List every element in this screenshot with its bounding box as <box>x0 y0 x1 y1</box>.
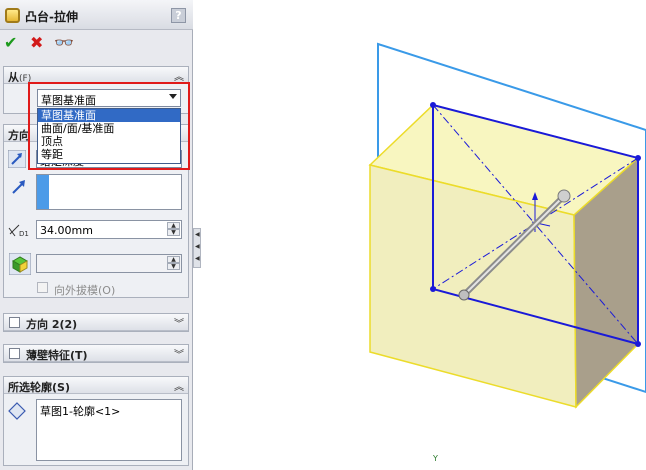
thin-feature-group-header[interactable]: 薄壁特征(T) ︾ <box>4 345 188 362</box>
selected-contours-label: 所选轮廓(S) <box>8 381 70 394</box>
depth-value: 34.00mm <box>40 224 93 237</box>
panel-title: 凸台-拉伸 <box>25 10 78 24</box>
graphics-viewport[interactable]: Y <box>202 0 646 470</box>
expand-chevron-icon[interactable]: ︾ <box>174 346 184 361</box>
thin-feature-group: 薄壁特征(T) ︾ <box>3 344 189 363</box>
direction2-group-header[interactable]: 方向 2(2) ︾ <box>4 314 188 331</box>
handle-tip-icon[interactable] <box>557 189 571 203</box>
thin-feature-checkbox[interactable] <box>9 348 20 359</box>
spin-down-icon[interactable]: ▼ <box>167 229 180 236</box>
direction-vector-list[interactable] <box>36 174 182 210</box>
collapse-chevron-icon[interactable]: ︽ <box>174 378 184 393</box>
model-view[interactable] <box>202 0 646 470</box>
detailed-preview-button[interactable]: 👓 <box>54 34 74 52</box>
selection-focus-bar <box>37 175 49 209</box>
direction2-group: 方向 2(2) ︾ <box>3 313 189 332</box>
extrude-feature-icon <box>5 8 20 23</box>
panel-splitter-handle[interactable]: ◀ ◀ ◀ <box>193 228 201 268</box>
help-button[interactable]: ? <box>171 8 186 23</box>
svg-text:D1: D1 <box>19 230 29 238</box>
depth-input[interactable]: 34.00mm ▲ ▼ <box>36 220 182 239</box>
highlight-annotation-box <box>28 82 190 170</box>
draft-outward-label: 向外拔模(O) <box>54 284 116 297</box>
action-row: ✔ ✖ 👓 <box>0 32 193 56</box>
sketch-vertex[interactable] <box>430 102 436 108</box>
panel-title-bar: 凸台-拉伸 ? <box>0 0 193 30</box>
contour-diamond-icon <box>8 402 26 420</box>
triad-y-label: Y <box>433 454 438 463</box>
direction-vector-icon <box>12 180 25 194</box>
spin-up-icon: ▲ <box>167 256 180 263</box>
direction2-checkbox[interactable] <box>9 317 20 328</box>
depth-spinner[interactable]: ▲ ▼ <box>167 222 180 237</box>
selected-contours-group-header[interactable]: 所选轮廓(S) ︽ <box>4 377 188 394</box>
reverse-direction-icon[interactable] <box>8 150 26 168</box>
draft-angle-input: ▲ ▼ <box>36 254 182 273</box>
property-manager-panel: 凸台-拉伸 ? ✔ ✖ 👓 从(F) ︽ 草图基准面 方向 给定深度 <box>0 0 193 470</box>
thin-feature-label: 薄壁特征(T) <box>26 349 88 362</box>
direction1-label: 方向 <box>8 129 30 142</box>
sketch-vertex[interactable] <box>430 286 436 292</box>
draft-toggle-icon[interactable] <box>9 253 31 275</box>
draft-outward-checkbox <box>37 282 48 293</box>
direction2-label: 方向 2(2) <box>26 318 78 331</box>
spin-up-icon[interactable]: ▲ <box>167 222 180 229</box>
draft-angle-spinner: ▲ ▼ <box>167 256 180 271</box>
cancel-button[interactable]: ✖ <box>30 34 43 52</box>
from-group-label: 从 <box>8 71 19 84</box>
list-item[interactable]: 草图1-轮廓<1> <box>40 403 120 419</box>
sketch-vertex[interactable] <box>635 341 641 347</box>
selected-contours-list[interactable]: 草图1-轮廓<1> <box>36 399 182 461</box>
expand-chevron-icon[interactable]: ︾ <box>174 315 184 330</box>
collapse-chevron-icon[interactable]: ︽ <box>174 68 184 83</box>
sketch-vertex[interactable] <box>635 155 641 161</box>
depth-dimension-icon: D1 <box>8 224 29 238</box>
ok-button[interactable]: ✔ <box>4 34 17 52</box>
spin-down-icon: ▼ <box>167 263 180 270</box>
handle-base-icon[interactable] <box>458 289 470 301</box>
